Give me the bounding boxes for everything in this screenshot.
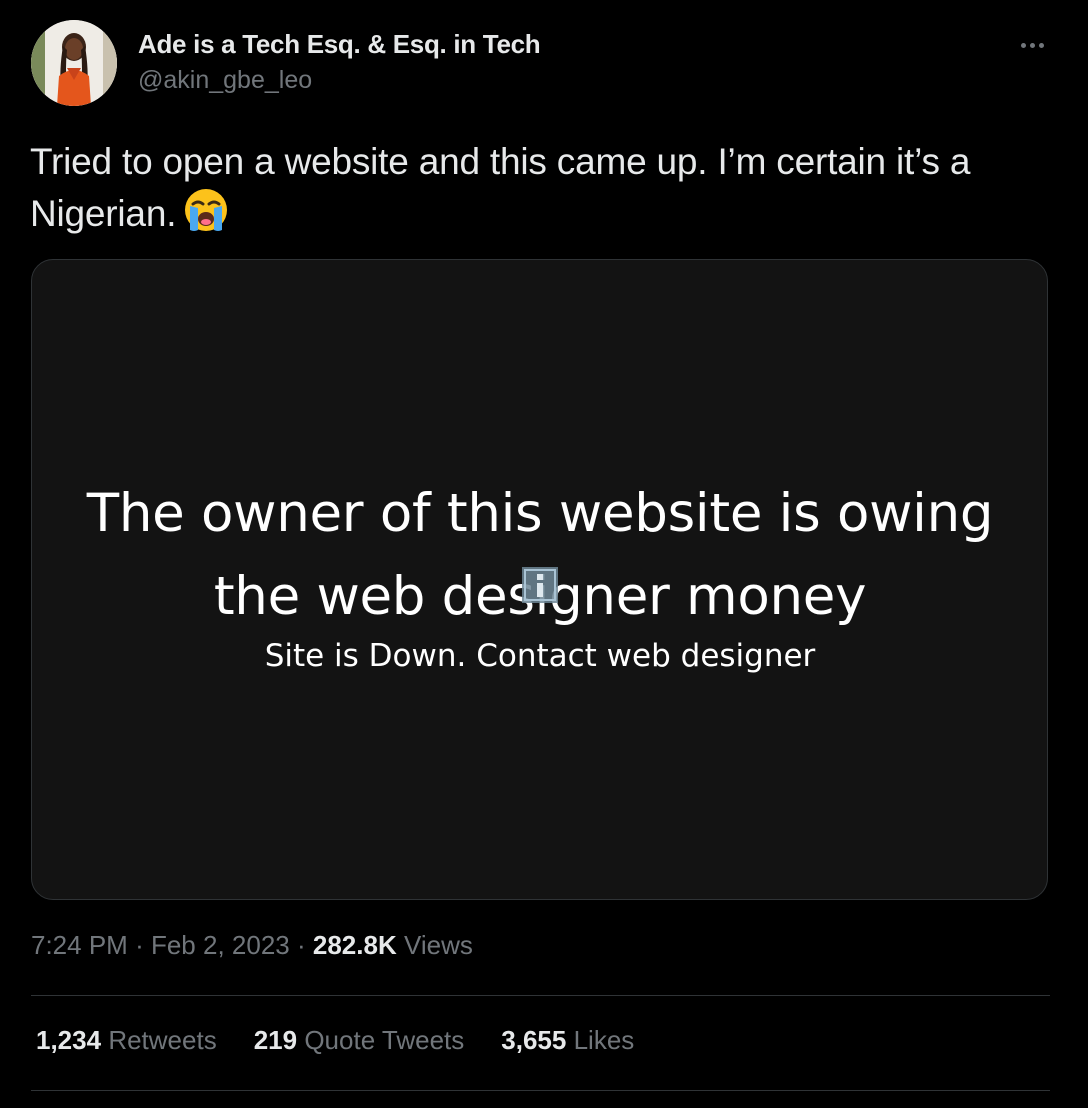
divider (31, 995, 1050, 996)
meta-separator: · (135, 930, 144, 960)
media-subtext: Site is Down. Contact web designer (264, 638, 816, 674)
retweets-label: Retweets (108, 1025, 217, 1055)
crying-face-emoji-icon (182, 186, 230, 246)
tweet-stats: 1,234 Retweets 219 Quote Tweets 3,655 Li… (36, 1025, 671, 1056)
media-headline: The owner of this website is owing the w… (0, 472, 1080, 638)
tweet: Ade is a Tech Esq. & Esq. in Tech @akin_… (0, 0, 1088, 1108)
more-dot (1020, 42, 1026, 48)
retweets-stat[interactable]: 1,234 Retweets (36, 1025, 217, 1056)
views-count: 282.8K (312, 930, 397, 960)
likes-count: 3,655 (501, 1025, 567, 1055)
tweet-text: Tried to open a website and this came up… (30, 138, 1040, 246)
user-handle[interactable]: @akin_gbe_leo (138, 66, 312, 95)
broken-image-icon (521, 566, 559, 604)
likes-label: Likes (573, 1025, 635, 1055)
tweet-meta: 7:24 PM · Feb 2, 2023 · 282.8K Views (31, 930, 473, 961)
retweets-count: 1,234 (36, 1025, 102, 1055)
tweet-body: Tried to open a website and this came up… (30, 141, 971, 234)
meta-separator: · (296, 930, 306, 960)
display-name[interactable]: Ade is a Tech Esq. & Esq. in Tech (138, 29, 541, 60)
quotes-count: 219 (253, 1025, 298, 1055)
likes-stat[interactable]: 3,655 Likes (501, 1025, 634, 1056)
tweet-time[interactable]: 7:24 PM (31, 930, 128, 960)
more-options-icon[interactable] (1012, 30, 1052, 60)
avatar[interactable] (31, 20, 117, 106)
more-dot (1038, 42, 1044, 48)
views-label: Views (403, 930, 473, 960)
more-dot (1029, 42, 1035, 48)
quote-tweets-stat[interactable]: 219 Quote Tweets (254, 1025, 465, 1056)
tweet-date[interactable]: Feb 2, 2023 (151, 930, 290, 960)
media-headline-line-1: The owner of this website is owing (86, 483, 994, 544)
quotes-label: Quote Tweets (304, 1025, 465, 1055)
divider (31, 1090, 1050, 1091)
